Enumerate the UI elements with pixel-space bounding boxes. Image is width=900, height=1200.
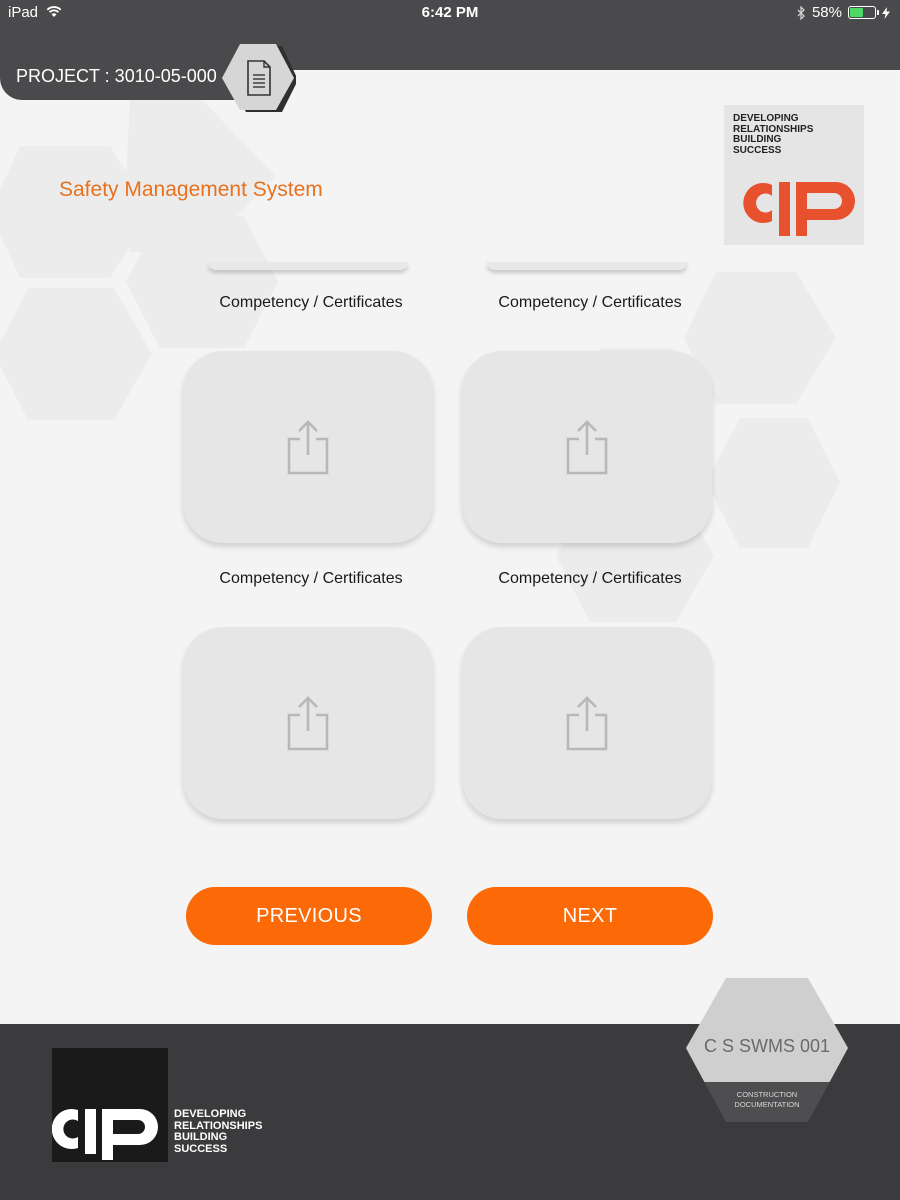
page-title: Safety Management System [59, 178, 323, 201]
upload-tile[interactable] [183, 351, 433, 543]
share-upload-icon [287, 696, 329, 751]
document-menu-button[interactable] [222, 44, 296, 112]
status-bar: iPad 6:42 PM 58% [0, 0, 900, 26]
cip-logo-top: DEVELOPING RELATIONSHIPS BUILDING SUCCES… [724, 105, 864, 245]
share-upload-icon [566, 696, 608, 751]
upload-tile[interactable] [462, 351, 712, 543]
tile-caption: Competency / Certificates [219, 294, 403, 311]
battery-percent: 58% [811, 4, 842, 21]
next-button[interactable]: NEXT [467, 887, 713, 945]
project-label: PROJECT : 3010-05-000 [16, 66, 217, 86]
status-right: 58% [796, 4, 890, 21]
document-code: C S SWMS 001 [703, 1036, 831, 1056]
cip-wordmark-white [51, 1109, 158, 1160]
battery-icon [848, 6, 879, 19]
tile-caption: Competency / Certificates [498, 294, 682, 311]
previous-button[interactable]: PREVIOUS [186, 887, 432, 945]
cip-wordmark [743, 182, 855, 236]
document-category: CONSTRUCTION DOCUMENTATION [734, 1090, 800, 1109]
share-upload-icon [566, 420, 608, 475]
tile-caption: Competency / Certificates [498, 570, 682, 587]
cip-logo-bottom [51, 1048, 168, 1162]
tile-stub-right [487, 262, 687, 270]
tile-caption: Competency / Certificates [219, 570, 403, 587]
upload-tile[interactable] [183, 627, 433, 819]
upload-tile[interactable] [462, 627, 712, 819]
share-upload-icon [287, 420, 329, 475]
tile-stub-left [208, 262, 408, 270]
footer-tagline: DEVELOPING RELATIONSHIPS BUILDING SUCCES… [174, 1108, 263, 1155]
charging-icon [882, 6, 890, 19]
bluetooth-icon [797, 5, 805, 20]
clock: 6:42 PM [421, 4, 479, 21]
